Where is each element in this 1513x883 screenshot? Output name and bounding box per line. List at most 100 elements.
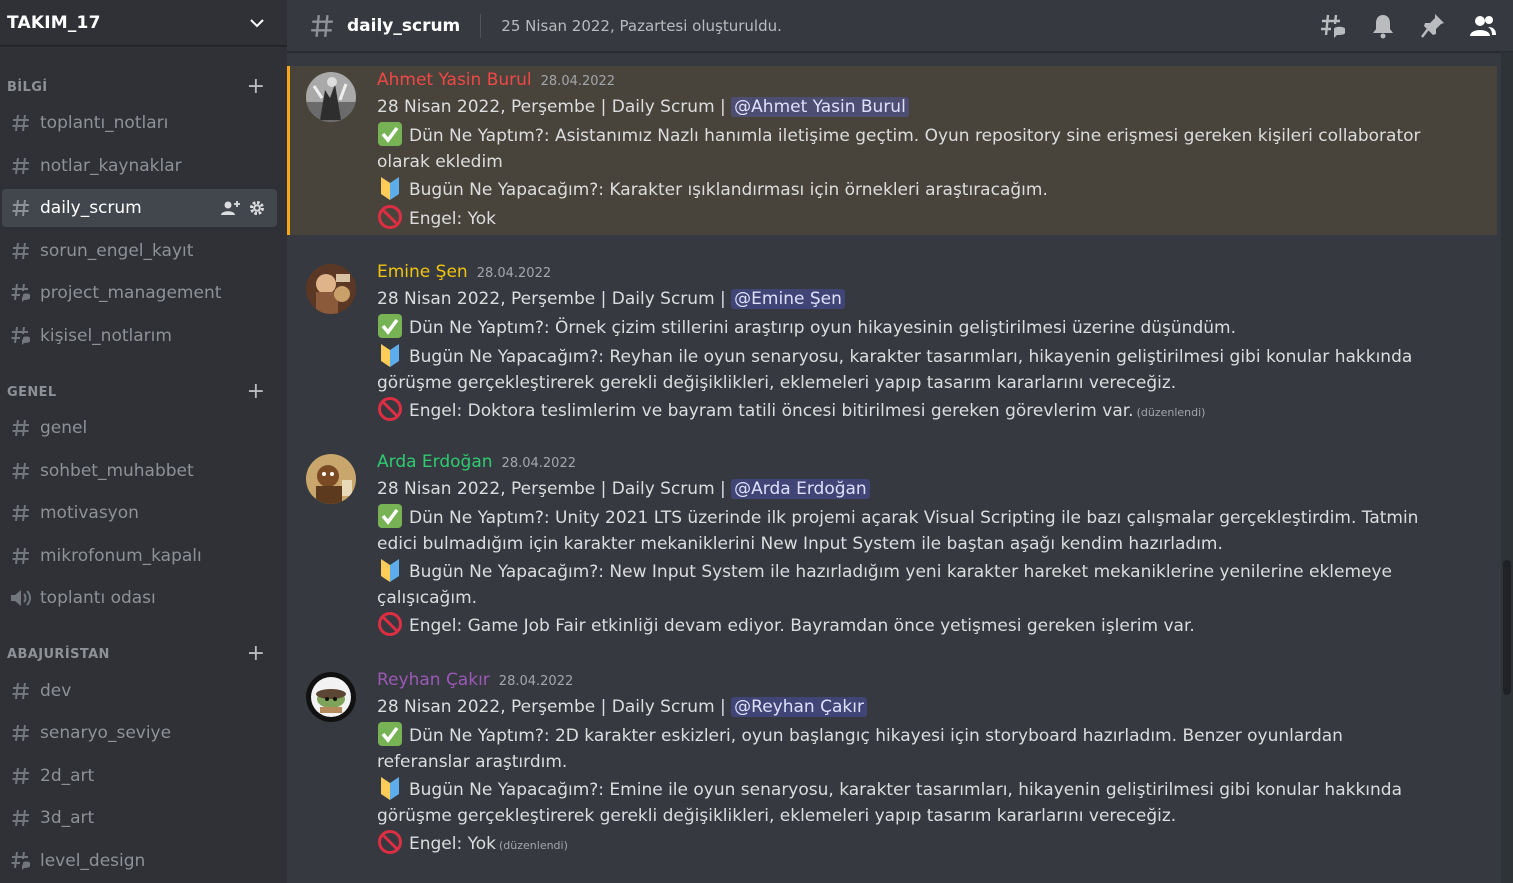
check-mark-icon <box>378 722 402 746</box>
add-channel-icon[interactable]: + <box>247 76 265 98</box>
channel-label: 2d_art <box>40 766 95 786</box>
blocker-text: Engel: Doktora teslimlerim ve bayram tat… <box>409 401 1134 421</box>
hash-icon <box>10 240 32 262</box>
avatar[interactable] <box>306 454 356 504</box>
message-item[interactable]: Ahmet Yasin Burul 28.04.2022 28 Nisan 20… <box>287 66 1497 235</box>
hash-icon <box>311 14 333 37</box>
hash-icon <box>10 545 32 567</box>
yesterday-text: Dün Ne Yaptım?: Unity 2021 LTS üzerinde … <box>377 508 1419 554</box>
channel-label: daily_scrum <box>40 198 142 218</box>
hash-icon <box>10 722 32 744</box>
message-item[interactable]: Arda Erdoğan 28.04.2022 28 Nisan 2022, P… <box>287 448 1497 648</box>
channel-motivasyon[interactable]: motivasyon <box>2 494 277 532</box>
author-name[interactable]: Arda Erdoğan <box>377 452 493 472</box>
bell-icon[interactable] <box>1369 12 1397 40</box>
author-name[interactable]: Reyhan Çakır <box>377 670 490 690</box>
invite-member-icon[interactable] <box>221 200 241 216</box>
hash-icon <box>10 460 32 482</box>
channel-notlar-kaynaklar[interactable]: notlar_kaynaklar <box>2 147 277 185</box>
check-mark-icon <box>378 122 402 146</box>
hash-thread-icon <box>10 850 32 872</box>
channel-kisisel-notlarim[interactable]: kişisel_notlarım <box>2 317 277 355</box>
beginner-badge-icon <box>381 777 399 800</box>
hash-thread-icon <box>10 325 32 347</box>
blocker-text: Engel: Yok <box>409 834 496 854</box>
scrum-header-text: 28 Nisan 2022, Perşembe | Daily Scrum | <box>377 289 732 309</box>
hash-thread-icon <box>10 282 32 304</box>
yesterday-text: Dün Ne Yaptım?: 2D karakter eskizleri, o… <box>377 726 1343 772</box>
channel-toplanti-odasi[interactable]: toplantı odası <box>2 579 277 617</box>
message-list: Ahmet Yasin Burul 28.04.2022 28 Nisan 20… <box>287 52 1497 883</box>
blocker-text: Engel: Yok <box>409 209 496 229</box>
add-channel-icon[interactable]: + <box>247 643 265 665</box>
channel-2d-art[interactable]: 2d_art <box>2 757 277 795</box>
message-timestamp: 28.04.2022 <box>476 266 552 281</box>
beginner-badge-icon <box>381 559 399 582</box>
add-channel-icon[interactable]: + <box>247 381 265 403</box>
message-item[interactable]: Reyhan Çakır 28.04.2022 28 Nisan 2022, P… <box>287 666 1497 876</box>
author-name[interactable]: Ahmet Yasin Burul <box>377 70 532 90</box>
message-header: Ahmet Yasin Burul 28.04.2022 <box>377 70 1437 94</box>
scrollbar-thumb[interactable] <box>1503 560 1511 695</box>
today-text: Bugün Ne Yapacağım?: Reyhan ile oyun sen… <box>377 347 1413 393</box>
avatar[interactable] <box>306 264 356 314</box>
yesterday-text: Dün Ne Yaptım?: Örnek çizim stillerini a… <box>409 318 1236 338</box>
category-label: GENEL <box>7 384 57 400</box>
category-abajuristan[interactable]: ABAJURİSTAN + <box>0 643 287 665</box>
message-line: Bugün Ne Yapacağım?: Karakter ışıklandır… <box>377 175 1437 204</box>
edited-label: (düzenlendi) <box>1136 406 1206 419</box>
user-mention[interactable]: @Ahmet Yasin Burul <box>731 97 909 117</box>
category-bilgi[interactable]: BİLGİ + <box>0 76 287 98</box>
scrum-header-text: 28 Nisan 2022, Perşembe | Daily Scrum | <box>377 479 732 499</box>
channel-label: toplantı_notları <box>40 113 169 133</box>
user-mention[interactable]: @Arda Erdoğan <box>731 479 870 499</box>
channel-genel[interactable]: genel <box>2 409 277 447</box>
avatar[interactable] <box>306 72 356 122</box>
channel-sohbet-muhabbet[interactable]: sohbet_muhabbet <box>2 452 277 490</box>
message-line: Dün Ne Yaptım?: Örnek çizim stillerini a… <box>377 313 1437 342</box>
channel-label: toplantı odası <box>40 588 156 608</box>
message-line: 28 Nisan 2022, Perşembe | Daily Scrum | … <box>377 694 1437 721</box>
channel-dev[interactable]: dev <box>2 672 277 710</box>
category-genel[interactable]: GENEL + <box>0 381 287 403</box>
server-header[interactable]: TAKIM_17 <box>0 0 287 46</box>
channel-daily-scrum[interactable]: daily_scrum <box>2 189 277 227</box>
threads-icon[interactable] <box>1319 12 1347 40</box>
message-line: Dün Ne Yaptım?: Asistanımız Nazlı hanıml… <box>377 121 1437 175</box>
message-item[interactable]: Emine Şen 28.04.2022 28 Nisan 2022, Perş… <box>287 258 1497 432</box>
message-content: Arda Erdoğan 28.04.2022 28 Nisan 2022, P… <box>377 452 1437 640</box>
channel-label: genel <box>40 418 88 438</box>
gear-icon[interactable] <box>249 200 265 216</box>
channel-label: kişisel_notlarım <box>40 326 172 346</box>
blocker-text: Engel: Game Job Fair etkinliği devam edi… <box>409 616 1195 636</box>
channel-level-design[interactable]: level_design <box>2 842 277 880</box>
channel-topic[interactable]: 25 Nisan 2022, Pazartesi oluşturuldu. <box>501 17 782 35</box>
members-icon[interactable] <box>1469 12 1497 40</box>
channel-mikrofonum-kapali[interactable]: mikrofonum_kapalı <box>2 537 277 575</box>
channel-label: dev <box>40 681 72 701</box>
channel-project-management[interactable]: project_management <box>2 274 277 312</box>
channel-senaryo-seviye[interactable]: senaryo_seviye <box>2 714 277 752</box>
channel-3d-art[interactable]: 3d_art <box>2 799 277 837</box>
message-content: Ahmet Yasin Burul 28.04.2022 28 Nisan 20… <box>377 70 1437 233</box>
channel-toplanti-notlari[interactable]: toplantı_notları <box>2 104 277 142</box>
message-line: Engel: Doktora teslimlerim ve bayram tat… <box>377 396 1437 426</box>
no-entry-icon <box>378 830 402 854</box>
today-text: Bugün Ne Yapacağım?: Emine ile oyun sena… <box>377 780 1403 826</box>
channel-label: senaryo_seviye <box>40 723 172 743</box>
message-line: Dün Ne Yaptım?: 2D karakter eskizleri, o… <box>377 721 1437 775</box>
avatar[interactable] <box>306 672 356 722</box>
chevron-down-icon[interactable] <box>249 15 265 31</box>
channel-sorun-engel-kayit[interactable]: sorun_engel_kayıt <box>2 232 277 270</box>
channel-header: daily_scrum 25 Nisan 2022, Pazartesi olu… <box>287 0 1513 52</box>
channel-label: notlar_kaynaklar <box>40 156 182 176</box>
hash-icon <box>10 765 32 787</box>
scrollbar-track[interactable] <box>1501 52 1513 883</box>
hash-icon <box>10 417 32 439</box>
hash-icon <box>10 112 32 134</box>
user-mention[interactable]: @Emine Şen <box>731 289 845 309</box>
message-line: 28 Nisan 2022, Perşembe | Daily Scrum | … <box>377 286 1437 313</box>
user-mention[interactable]: @Reyhan Çakır <box>731 697 867 717</box>
author-name[interactable]: Emine Şen <box>377 262 468 282</box>
pin-icon[interactable] <box>1419 12 1447 40</box>
